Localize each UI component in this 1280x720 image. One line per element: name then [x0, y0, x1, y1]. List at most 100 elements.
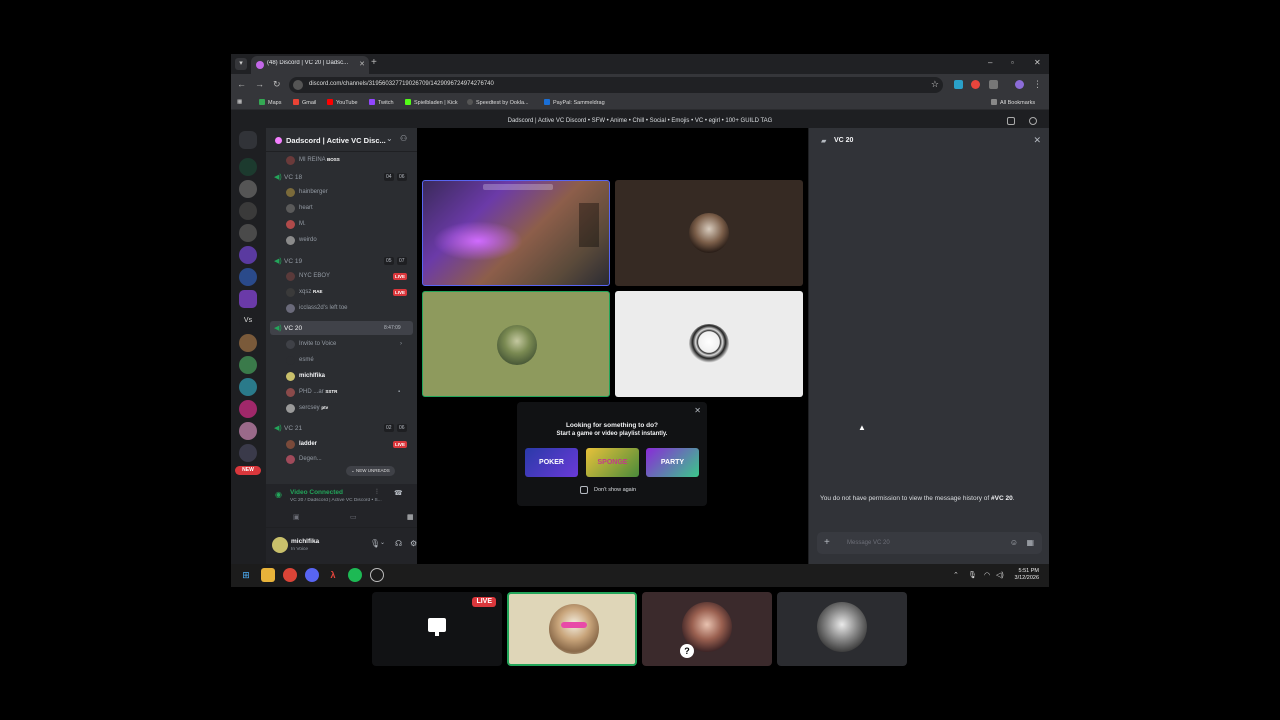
- apps-icon[interactable]: ▦: [1026, 538, 1034, 547]
- server-icon[interactable]: [239, 180, 257, 198]
- app-icon[interactable]: λ: [326, 568, 340, 582]
- spotify-icon[interactable]: [348, 568, 362, 582]
- bookmark-paypal[interactable]: PayPal: Sammeldrag: [544, 99, 605, 106]
- new-badge[interactable]: NEW: [235, 466, 261, 475]
- clock[interactable]: 5:51 PM 3/12/2026: [1015, 568, 1039, 582]
- chrome-icon[interactable]: [283, 568, 297, 582]
- voice-user[interactable]: xqsz RAE LIVE: [286, 286, 417, 298]
- camera-icon[interactable]: ▣: [293, 513, 300, 521]
- voice-channel-vc18[interactable]: ◀) VC 18 04 06: [266, 170, 417, 184]
- signal-icon[interactable]: ◉: [275, 490, 282, 499]
- voice-user[interactable]: M.: [286, 218, 417, 230]
- server-icon[interactable]: [239, 290, 257, 308]
- avatar[interactable]: [272, 537, 288, 553]
- voice-user[interactable]: ladder LIVE: [286, 438, 417, 450]
- new-unreads-pill[interactable]: ⌄ NEW UNREADS: [346, 466, 395, 476]
- chevron-down-icon[interactable]: ⌄: [380, 539, 385, 546]
- url-field[interactable]: discord.com/channels/319560327719026709/…: [289, 77, 943, 93]
- voice-user[interactable]: hainberger: [286, 186, 417, 198]
- site-info-icon[interactable]: [293, 80, 303, 90]
- voice-user[interactable]: NYC EBOY LIVE: [286, 270, 417, 282]
- app-icon[interactable]: [370, 568, 384, 582]
- chevron-down-icon[interactable]: ⌄: [386, 134, 393, 143]
- participant-strip-tile[interactable]: [777, 592, 907, 666]
- volume-icon[interactable]: ◁): [996, 571, 1004, 579]
- disconnect-icon[interactable]: ☎: [394, 489, 403, 497]
- server-icon[interactable]: [239, 268, 257, 286]
- dont-show-checkbox[interactable]: [580, 486, 588, 494]
- apps-grid-icon[interactable]: ▦: [237, 99, 242, 105]
- settings-gear-icon[interactable]: ⚙: [410, 539, 417, 548]
- extension-icon[interactable]: [954, 80, 963, 89]
- screen-share-icon[interactable]: ▭: [350, 513, 357, 521]
- activity-card-poker[interactable]: POKER: [525, 448, 578, 477]
- tray-mic-icon[interactable]: 🎙︎: [968, 571, 977, 579]
- server-icon[interactable]: Vs: [239, 312, 257, 330]
- add-user-icon[interactable]: ⚇: [400, 134, 407, 143]
- participant-strip-tile-speaking[interactable]: [507, 592, 637, 666]
- extensions-puzzle-icon[interactable]: [989, 80, 998, 89]
- minimize-icon[interactable]: –: [988, 58, 992, 67]
- back-icon[interactable]: ←: [237, 79, 246, 89]
- voice-channel-path[interactable]: VC 20 / Dadscord | Active VC Discord • S…: [290, 498, 390, 503]
- bookmark-maps[interactable]: Maps: [259, 99, 281, 106]
- voice-channel-vc20[interactable]: ◀) VC 20 8:47:09: [270, 321, 413, 335]
- maximize-icon[interactable]: ▫: [1011, 58, 1014, 67]
- reload-icon[interactable]: ↻: [273, 79, 281, 90]
- server-icon[interactable]: [239, 202, 257, 220]
- guild-header[interactable]: Dadscord | Active VC Disc... ⌄ ⚇: [266, 128, 417, 152]
- windows-start-icon[interactable]: ⊞: [239, 568, 253, 582]
- close-tab-icon[interactable]: ✕: [359, 60, 365, 68]
- browser-tab[interactable]: (48) Discord | VC 20 | Dadsc... ✕: [251, 56, 369, 74]
- stream-tile[interactable]: [422, 180, 610, 286]
- participant-tile[interactable]: [615, 180, 803, 286]
- activity-card-party[interactable]: PARTY: [646, 448, 699, 477]
- invite-to-voice[interactable]: Invite to Voice ›: [286, 338, 417, 350]
- voice-user[interactable]: MI REINA BOSS: [286, 154, 417, 166]
- activity-card-sponge[interactable]: SPONGE: [586, 448, 639, 477]
- server-icon[interactable]: [239, 378, 257, 396]
- close-chat-icon[interactable]: ✕: [1033, 135, 1041, 146]
- microphone-icon[interactable]: 🎙︎: [370, 539, 380, 548]
- all-bookmarks[interactable]: All Bookmarks: [991, 99, 1035, 106]
- extension-icon[interactable]: [971, 80, 980, 89]
- bookmark-speedtest[interactable]: Speedtest by Ookla...: [467, 99, 529, 106]
- activities-icon[interactable]: ▦: [407, 513, 414, 521]
- discord-app-icon[interactable]: [305, 568, 319, 582]
- participant-tile[interactable]: [615, 291, 803, 397]
- message-input[interactable]: + Message VC 20 ☺ ▦: [817, 532, 1042, 554]
- bookmark-twitch[interactable]: Twitch: [369, 99, 394, 106]
- server-icon[interactable]: [239, 246, 257, 264]
- close-window-icon[interactable]: ✕: [1034, 58, 1041, 67]
- wifi-icon[interactable]: ◠: [984, 571, 990, 579]
- emoji-icon[interactable]: ☺: [1010, 538, 1018, 547]
- close-icon[interactable]: ✕: [694, 406, 701, 415]
- voice-user[interactable]: PHD ...ar SSTR ▪: [286, 386, 417, 398]
- tray-chevron-icon[interactable]: ⌃: [953, 571, 959, 579]
- participant-tile-speaking[interactable]: [422, 291, 610, 397]
- server-icon[interactable]: [239, 422, 257, 440]
- discord-home-icon[interactable]: [239, 131, 257, 149]
- server-icon[interactable]: [239, 158, 257, 176]
- participant-strip-tile[interactable]: ?: [642, 592, 772, 666]
- server-icon[interactable]: [239, 356, 257, 374]
- bookmark-kick[interactable]: Spielbladen | Kick: [405, 99, 458, 106]
- server-icon[interactable]: [239, 444, 257, 462]
- bookmark-gmail[interactable]: Gmail: [293, 99, 316, 106]
- add-attachment-icon[interactable]: +: [824, 537, 830, 548]
- voice-channel-vc21[interactable]: ◀) VC 21 02 06: [266, 421, 417, 435]
- voice-user[interactable]: heart: [286, 202, 417, 214]
- noise-suppression-icon[interactable]: ⫶: [376, 489, 378, 497]
- voice-user[interactable]: esmé: [286, 354, 417, 366]
- bookmark-star-icon[interactable]: ☆: [931, 79, 939, 90]
- voice-user[interactable]: Degen...: [286, 453, 417, 465]
- voice-user[interactable]: michlfika: [286, 370, 417, 382]
- inbox-icon[interactable]: [1007, 117, 1015, 125]
- profile-avatar[interactable]: [1015, 80, 1024, 89]
- headphones-icon[interactable]: ☊: [395, 539, 402, 548]
- voice-channel-vc19[interactable]: ◀) VC 19 05 07: [266, 254, 417, 268]
- participant-strip-tile[interactable]: LIVE: [372, 592, 502, 666]
- tab-search-icon[interactable]: ▾: [235, 58, 247, 70]
- menu-dots-icon[interactable]: ⋮: [1033, 79, 1042, 90]
- file-explorer-icon[interactable]: [261, 568, 275, 582]
